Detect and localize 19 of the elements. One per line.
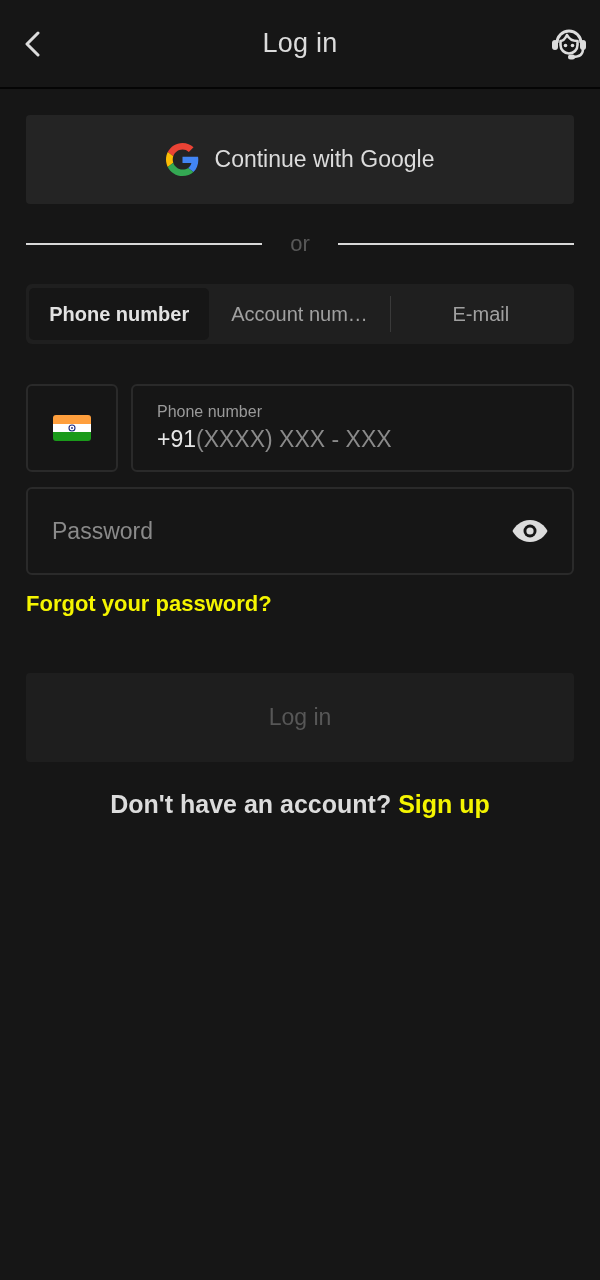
page-title: Log in [262, 28, 338, 59]
signup-link[interactable]: Sign up [398, 790, 490, 818]
login-method-tab[interactable]: Account num… [209, 288, 390, 340]
india-flag-icon [53, 415, 91, 441]
signup-prompt: Don't have an account? [110, 790, 392, 818]
google-g-icon [165, 143, 199, 176]
google-signin-button[interactable]: Continue with Google [26, 115, 574, 204]
login-method-tab[interactable]: Phone number [29, 288, 210, 340]
divider-label: or [289, 231, 311, 257]
login-method-tab[interactable]: E-mail [390, 288, 571, 340]
forgot-password-link[interactable]: Forgot your password? [26, 591, 272, 617]
country-code: +91 [157, 425, 196, 454]
eye-icon[interactable] [512, 519, 548, 543]
phone-number-input[interactable]: (XXXX) XXX - XXX [196, 424, 548, 454]
field-label: Phone number [157, 402, 262, 422]
password-field[interactable]: Password [26, 487, 574, 575]
back-chevron-icon [24, 30, 40, 57]
country-selector[interactable] [26, 384, 118, 472]
phone-number-field[interactable]: Phone number +91(XXXX) XXX - XXX [131, 384, 574, 472]
